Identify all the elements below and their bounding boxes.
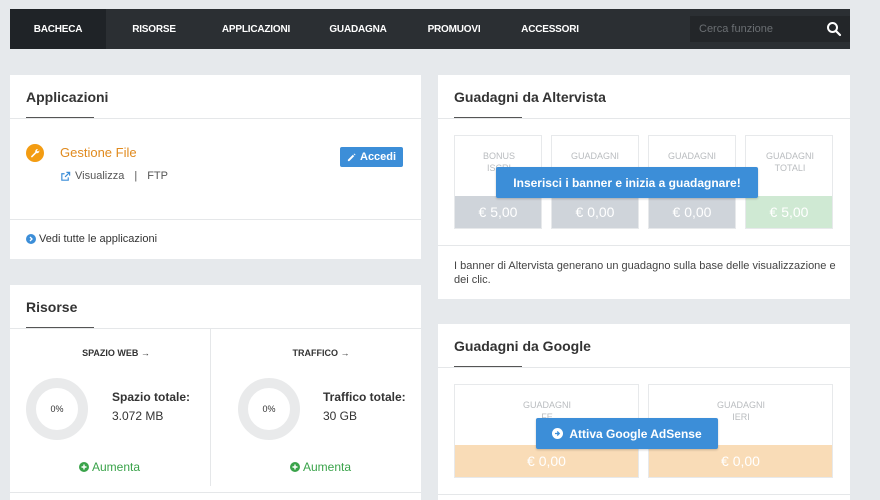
spazio-web-section: SPAZIO WEB → 0% Spazio totale: 3.072 MB … — [10, 328, 210, 486]
search-input[interactable] — [690, 23, 815, 35]
aumenta-label: Aumenta — [92, 460, 141, 474]
traffico-totale-label: Traffico totale: — [323, 390, 406, 404]
traffico-totale-value: 30 GB — [323, 409, 358, 423]
nav-bacheca[interactable]: BACHECA — [10, 9, 106, 49]
divider — [438, 245, 850, 246]
link-separator: | — [134, 170, 138, 182]
traffico-percent: 0% — [262, 404, 276, 414]
nav-accessori[interactable]: ACCESSORI — [502, 9, 598, 49]
vedi-tutte-label: Vedi tutte le applicazioni — [39, 233, 158, 245]
risorse-panel: Risorse SPAZIO WEB → 0% Spazio totale: 3… — [10, 285, 421, 500]
inserisci-banner-button[interactable]: Inserisci i banner e inizia a guadagnare… — [496, 167, 758, 198]
accedi-button[interactable]: Accedi — [340, 147, 404, 167]
earning-value: € 5,00 — [746, 196, 832, 228]
traffico-usage-donut: 0% — [238, 378, 300, 440]
search-box — [690, 16, 850, 42]
aumenta-spazio-button[interactable]: Aumenta — [79, 460, 140, 474]
divider — [10, 492, 421, 493]
aumenta-traffico-button[interactable]: Aumenta — [290, 460, 351, 474]
earning-box: GUADAGNI TOTALI € 5,00 — [745, 135, 833, 229]
earning-value: € 0,00 — [552, 196, 638, 228]
panel-title: Guadagni da Google — [454, 338, 591, 354]
app-name-gestione-file[interactable]: Gestione File — [60, 145, 137, 160]
aumenta-label: Aumenta — [303, 460, 352, 474]
spazio-percent: 0% — [50, 404, 64, 414]
nav-guadagna[interactable]: GUADAGNA — [310, 9, 406, 49]
nav-risorse[interactable]: RISORSE — [106, 9, 202, 49]
spazio-web-header[interactable]: SPAZIO WEB → — [16, 348, 216, 358]
spazio-totale-value: 3.072 MB — [112, 409, 164, 423]
divider — [10, 118, 421, 119]
applicazioni-panel: Applicazioni Gestione File Visualizza | … — [10, 75, 421, 259]
chevron-right-circle-icon — [26, 234, 36, 244]
divider — [438, 118, 850, 119]
nav-promuovi[interactable]: PROMUOVI — [406, 9, 502, 49]
earning-label: GUADAGNI — [667, 151, 716, 161]
nav-applicazioni[interactable]: APPLICAZIONI — [202, 9, 310, 49]
altervista-panel: Guadagni da Altervista BONUS ISCRI € 5,0… — [438, 75, 850, 299]
earning-label: GUADAGNI TOTALI — [765, 151, 814, 173]
panel-title: Risorse — [26, 299, 78, 315]
earning-value: € 0,00 — [455, 445, 638, 477]
link-visualizza[interactable]: Visualizza — [75, 170, 124, 182]
divider — [438, 494, 850, 495]
spazio-totale-label: Spazio totale: — [112, 390, 191, 404]
pencil-icon — [347, 152, 356, 161]
panel-title: Guadagni da Altervista — [454, 89, 606, 105]
traffico-header[interactable]: TRAFFICO → — [221, 348, 421, 358]
external-link-icon — [61, 171, 71, 181]
link-ftp[interactable]: FTP — [147, 170, 168, 182]
plus-icon — [79, 462, 89, 472]
divider — [438, 367, 850, 368]
adsense-label: Attiva Google AdSense — [569, 426, 702, 441]
earning-value: € 0,00 — [649, 196, 735, 228]
google-panel: Guadagni da Google GUADAGNI FE € 0,00 GU… — [438, 324, 850, 500]
wrench-icon — [26, 144, 44, 162]
vedi-tutte-link[interactable]: Vedi tutte le applicazioni — [26, 233, 157, 245]
search-icon[interactable] — [826, 21, 842, 37]
panel-title: Applicazioni — [26, 89, 109, 105]
attiva-adsense-button[interactable]: Attiva Google AdSense — [536, 418, 718, 449]
divider — [10, 219, 421, 220]
traffico-section: TRAFFICO → 0% Traffico totale: 30 GB Aum… — [211, 328, 411, 486]
accedi-label: Accedi — [360, 151, 397, 163]
app-links: Visualizza | FTP — [60, 170, 168, 182]
arrow-circle-right-icon — [552, 428, 564, 439]
spazio-usage-donut: 0% — [26, 378, 88, 440]
top-nav: BACHECA RISORSE APPLICAZIONI GUADAGNA PR… — [10, 9, 850, 49]
earning-label: GUADAGNI — [570, 151, 619, 161]
altervista-note: I banner di Altervista generano un guada… — [454, 260, 836, 286]
earning-value: € 5,00 — [455, 196, 541, 228]
earning-value: € 0,00 — [649, 445, 832, 477]
earning-label: GUADAGNI IERI — [716, 400, 765, 422]
plus-icon — [290, 462, 300, 472]
